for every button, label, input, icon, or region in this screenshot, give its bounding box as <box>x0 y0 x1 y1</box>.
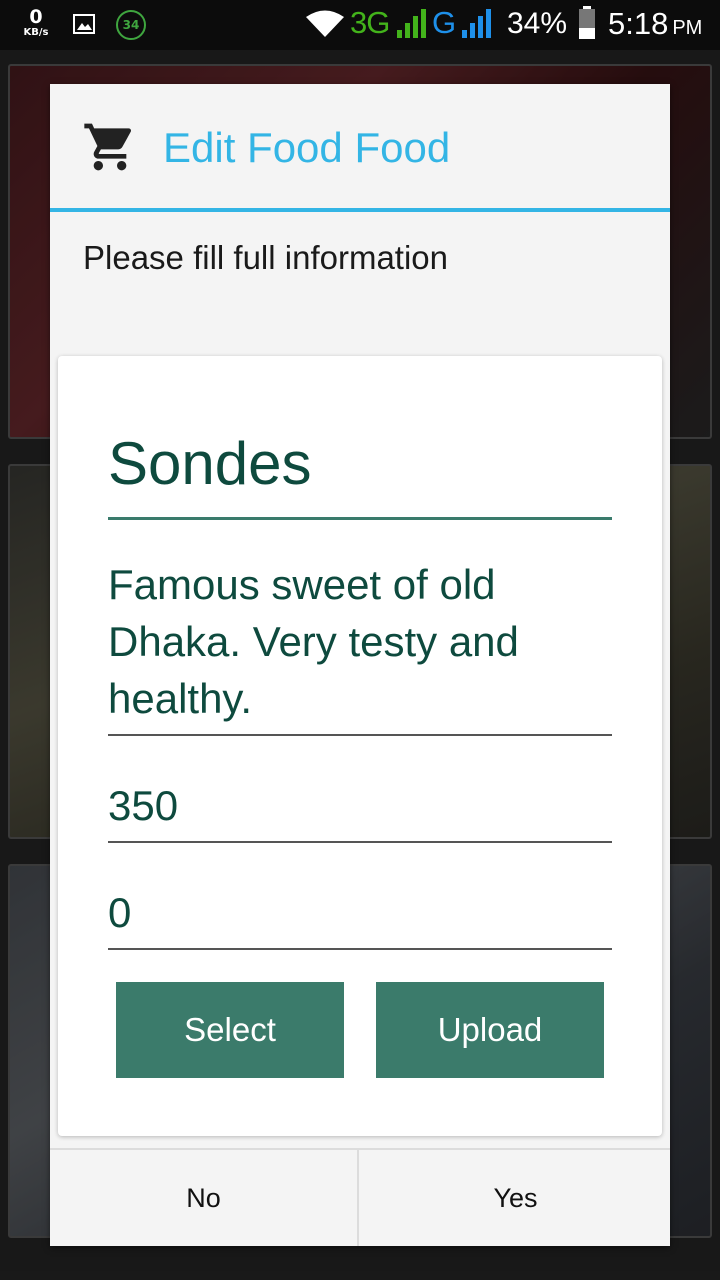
food-price-field[interactable]: 350 <box>108 781 612 843</box>
notification-count-icon: 34 <box>116 10 146 40</box>
network-speed-unit: KB/s <box>23 27 49 38</box>
battery-icon <box>579 6 595 39</box>
battery-percent: 34% <box>507 7 568 40</box>
shopping-cart-icon <box>84 123 132 171</box>
dialog-actions: No Yes <box>50 1148 670 1246</box>
yes-button[interactable]: Yes <box>361 1150 670 1246</box>
dialog-header: Edit Food Food <box>50 84 670 212</box>
network-speed: 0 KB/s <box>18 8 54 38</box>
food-name-field[interactable]: Sondes <box>108 432 612 520</box>
network-type-g: G <box>432 5 457 40</box>
select-image-button[interactable]: Select <box>116 982 344 1078</box>
signal-strength-icon-2 <box>462 9 491 38</box>
food-quantity-field[interactable]: 0 <box>108 888 612 950</box>
signal-strength-icon <box>397 9 426 38</box>
image-notification-icon <box>73 14 95 34</box>
food-description-field[interactable]: Famous sweet of old Dhaka. Very testy an… <box>108 556 612 736</box>
network-type-3g: 3G <box>350 5 390 40</box>
network-speed-value: 0 <box>29 6 43 28</box>
no-button[interactable]: No <box>50 1150 359 1246</box>
clock-ampm: PM <box>672 17 703 39</box>
dialog-title: Edit Food Food <box>163 124 451 171</box>
clock-time: 5:18 <box>608 6 669 41</box>
upload-image-button[interactable]: Upload <box>376 982 604 1078</box>
edit-food-dialog: Edit Food Food Please fill full informat… <box>50 84 670 1246</box>
status-bar: 0 KB/s 34 3G G 34% 5:18 PM <box>0 0 720 50</box>
food-form-card: Sondes Famous sweet of old Dhaka. Very t… <box>58 356 662 1136</box>
dialog-message: Please fill full information <box>83 239 448 276</box>
wifi-icon <box>306 10 344 37</box>
clock: 5:18 PM <box>608 6 702 42</box>
